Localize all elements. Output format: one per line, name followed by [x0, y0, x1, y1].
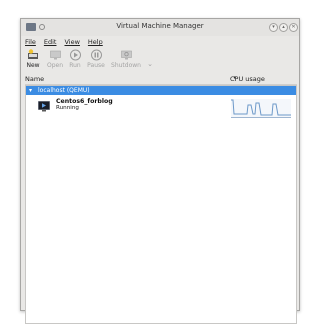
close-icon[interactable]: ✕: [289, 23, 298, 32]
new-vm-icon: [27, 49, 38, 59]
new-label: New: [26, 62, 40, 69]
group-label: localhost (QEMU): [38, 87, 90, 94]
column-name[interactable]: Name: [25, 75, 44, 83]
open-button[interactable]: Open: [45, 49, 65, 69]
play-icon: [69, 49, 81, 61]
toolbar: New Open Run Pause Shutdown ⌄: [24, 49, 194, 73]
maximize-icon[interactable]: ▴: [279, 23, 288, 32]
vm-list[interactable]: ▾ localhost (QEMU) Centos6_forblog Runni…: [25, 85, 297, 324]
app-window: Virtual Machine Manager ▾ ▴ ✕ File Edit …: [20, 18, 300, 324]
vm-monitor-icon: [38, 101, 50, 112]
shutdown-label: Shutdown: [111, 62, 141, 69]
vm-name: Centos6_forblog: [56, 98, 113, 105]
cpu-usage-graph: [231, 99, 291, 118]
list-header: Name ▾ CPU usage: [25, 75, 297, 85]
menu-bar: File Edit View Help: [25, 38, 103, 48]
pause-button[interactable]: Pause: [85, 49, 107, 69]
shutdown-dropdown-icon[interactable]: ⌄: [146, 60, 154, 68]
title-bar[interactable]: Virtual Machine Manager ▾ ▴ ✕: [21, 19, 299, 36]
menu-view[interactable]: View: [64, 38, 79, 48]
monitor-icon: [49, 50, 61, 60]
open-label: Open: [46, 62, 64, 69]
vm-status: Running: [56, 105, 79, 111]
menu-edit[interactable]: Edit: [44, 38, 57, 48]
menu-file[interactable]: File: [25, 38, 36, 48]
vm-row[interactable]: Centos6_forblog Running: [26, 98, 296, 118]
pause-label: Pause: [87, 62, 105, 69]
window-title: Virtual Machine Manager: [116, 22, 204, 30]
menu-help[interactable]: Help: [88, 38, 103, 48]
column-cpu-usage[interactable]: CPU usage: [230, 75, 265, 83]
minimize-icon[interactable]: ▾: [269, 23, 278, 32]
new-button[interactable]: New: [24, 49, 42, 69]
run-button[interactable]: Run: [67, 49, 83, 69]
pause-icon: [90, 49, 102, 61]
shutdown-button[interactable]: Shutdown: [110, 49, 142, 69]
shutdown-monitor-icon: [120, 50, 132, 60]
group-row-localhost[interactable]: ▾ localhost (QEMU): [26, 86, 296, 95]
run-label: Run: [69, 62, 81, 69]
collapse-icon[interactable]: ▾: [29, 86, 32, 95]
